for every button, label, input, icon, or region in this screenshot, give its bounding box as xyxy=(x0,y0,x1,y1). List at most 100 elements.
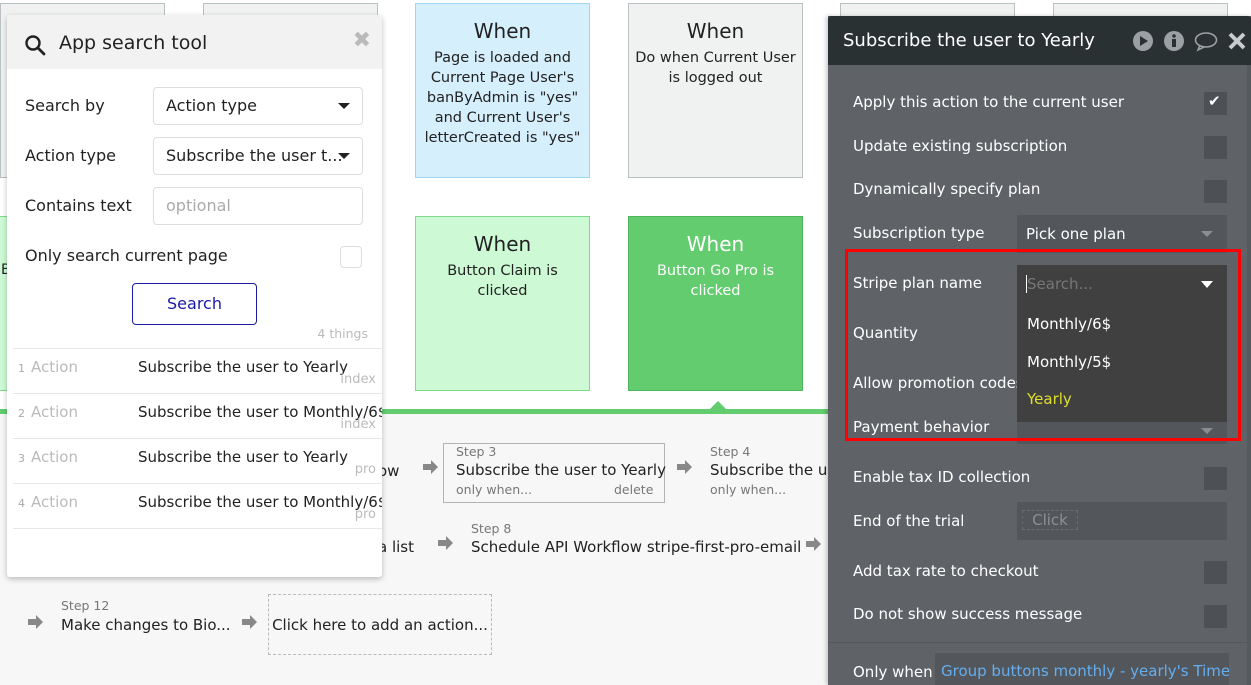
result-count: 4 things xyxy=(317,326,368,341)
result-name: Subscribe the user to Yearly xyxy=(138,358,348,376)
result-type: Action xyxy=(31,358,78,376)
result-number: 4 xyxy=(18,497,25,510)
editor-header[interactable]: Subscribe the user to Yearly xyxy=(828,16,1251,65)
arrow-right-icon xyxy=(677,460,692,474)
subscription-type-label: Subscription type xyxy=(853,224,985,242)
result-row[interactable]: 1 Action Subscribe the user to Yearly in… xyxy=(13,348,382,393)
result-type: Action xyxy=(31,403,78,421)
search-by-label: Search by xyxy=(25,96,105,115)
event-when-label: When xyxy=(686,19,745,43)
update-existing-label: Update existing subscription xyxy=(853,137,1068,155)
chevron-down-icon xyxy=(1201,231,1213,237)
tax-rate-checkbox[interactable] xyxy=(1204,561,1227,584)
result-row[interactable]: 3 Action Subscribe the user to Yearly pr… xyxy=(13,438,382,483)
step-partial-text[interactable]: a list xyxy=(378,538,414,556)
step-3-title[interactable]: Subscribe the user to Yearly xyxy=(456,461,666,479)
play-icon[interactable] xyxy=(1132,30,1154,52)
event-card-logged-out[interactable]: When Do when Current User is logged out xyxy=(628,3,803,178)
action-type-value: Subscribe the user t... xyxy=(166,146,343,165)
search-tool-header[interactable]: App search tool ✖ xyxy=(7,15,382,69)
result-page: index xyxy=(340,417,376,432)
result-number: 2 xyxy=(18,407,25,420)
event-when-label: When xyxy=(473,232,532,256)
event-card-button-claim[interactable]: When Button Claim is clicked xyxy=(415,216,590,391)
editor-title: Subscribe the user to Yearly xyxy=(843,30,1095,51)
contains-text-input[interactable]: optional xyxy=(153,187,363,225)
step-3-label: Step 3 xyxy=(456,444,497,459)
only-current-page-label: Only search current page xyxy=(25,246,228,265)
action-type-label: Action type xyxy=(25,146,116,165)
trial-end-field[interactable]: Click xyxy=(1017,502,1227,540)
subscription-type-dropdown[interactable]: Pick one plan xyxy=(1017,215,1227,253)
only-when-label: Only when xyxy=(853,663,933,681)
results-divider xyxy=(13,528,382,529)
event-description: Do when Current User is logged out xyxy=(635,50,796,86)
step-8-label: Step 8 xyxy=(471,521,512,536)
search-button[interactable]: Search xyxy=(132,283,257,325)
result-type: Action xyxy=(31,448,78,466)
arrow-right-icon xyxy=(438,536,453,550)
result-page: pro xyxy=(354,462,376,477)
editor-divider xyxy=(828,642,1247,643)
search-tool-title: App search tool xyxy=(59,32,208,54)
editor-scrollbar[interactable] xyxy=(1247,65,1251,685)
add-action-button[interactable]: Click here to add an action... xyxy=(268,594,492,655)
result-number: 1 xyxy=(18,362,25,375)
result-name: Subscribe the user to Monthly/6$ xyxy=(138,493,382,511)
chevron-down-icon xyxy=(338,153,350,159)
result-row[interactable]: 2 Action Subscribe the user to Monthly/6… xyxy=(13,393,382,438)
apply-current-user-checkbox[interactable] xyxy=(1204,92,1227,115)
event-when-label: When xyxy=(473,19,532,43)
trial-end-click-chip[interactable]: Click xyxy=(1022,510,1078,530)
event-description: Button Go Pro is clicked xyxy=(656,263,775,299)
event-card-page-loaded[interactable]: When Page is loaded and Current Page Use… xyxy=(415,3,590,178)
only-when-expression[interactable]: Group buttons monthly - yearly's Time is xyxy=(935,653,1229,685)
event-when-label: When xyxy=(686,232,745,256)
step-3-delete[interactable]: delete xyxy=(614,482,653,497)
result-name: Subscribe the user to Yearly xyxy=(138,448,348,466)
only-current-page-checkbox[interactable] xyxy=(340,246,362,268)
search-icon xyxy=(25,35,46,56)
info-icon[interactable] xyxy=(1163,30,1185,52)
step-4-title[interactable]: Subscribe the use xyxy=(710,461,844,479)
tax-rate-label: Add tax rate to checkout xyxy=(853,562,1039,580)
action-type-dropdown[interactable]: Subscribe the user t... xyxy=(153,137,363,175)
step-12-title[interactable]: Make changes to Bio... xyxy=(61,616,231,634)
dynamic-plan-label: Dynamically specify plan xyxy=(853,180,1041,198)
tax-id-checkbox[interactable] xyxy=(1204,467,1227,490)
app-search-tool-panel: App search tool ✖ Search by Action type … xyxy=(7,15,382,577)
close-icon[interactable] xyxy=(1227,30,1247,52)
search-by-dropdown[interactable]: Action type xyxy=(153,87,363,125)
no-success-checkbox[interactable] xyxy=(1204,605,1227,628)
arrow-right-icon xyxy=(242,615,257,629)
dynamic-plan-checkbox[interactable] xyxy=(1204,180,1227,203)
step-12-label: Step 12 xyxy=(61,598,110,613)
event-card-button-go-pro[interactable]: When Button Go Pro is clicked xyxy=(628,216,803,391)
search-by-value: Action type xyxy=(166,96,257,115)
step-3-only-when[interactable]: only when... xyxy=(456,482,532,497)
highlight-annotation-box xyxy=(845,249,1241,441)
arrow-right-icon xyxy=(423,460,438,474)
search-results-list: 1 Action Subscribe the user to Yearly in… xyxy=(13,348,382,529)
step-4-only-when[interactable]: only when... xyxy=(710,482,786,497)
close-icon[interactable]: ✖ xyxy=(353,30,371,52)
step-8-title[interactable]: Schedule API Workflow stripe-first-pro-e… xyxy=(471,538,801,556)
result-type: Action xyxy=(31,493,78,511)
apply-current-user-label: Apply this action to the current user xyxy=(853,93,1125,111)
result-page: index xyxy=(340,372,376,387)
result-number: 3 xyxy=(18,452,25,465)
comment-icon[interactable] xyxy=(1194,30,1218,52)
event-description: Button Claim is clicked xyxy=(447,263,558,299)
no-success-label: Do not show success message xyxy=(853,605,1083,623)
result-page: pro xyxy=(354,507,376,522)
update-existing-checkbox[interactable] xyxy=(1204,136,1227,159)
result-row[interactable]: 4 Action Subscribe the user to Monthly/6… xyxy=(13,483,382,528)
chevron-down-icon xyxy=(338,103,350,109)
arrow-right-icon xyxy=(28,615,43,629)
step-4-label: Step 4 xyxy=(710,444,751,459)
event-description: Page is loaded and Current Page User's b… xyxy=(424,50,581,146)
contains-text-label: Contains text xyxy=(25,196,132,215)
tax-id-label: Enable tax ID collection xyxy=(853,468,1031,486)
subscription-type-value: Pick one plan xyxy=(1026,225,1126,243)
trial-end-label: End of the trial xyxy=(853,512,965,530)
